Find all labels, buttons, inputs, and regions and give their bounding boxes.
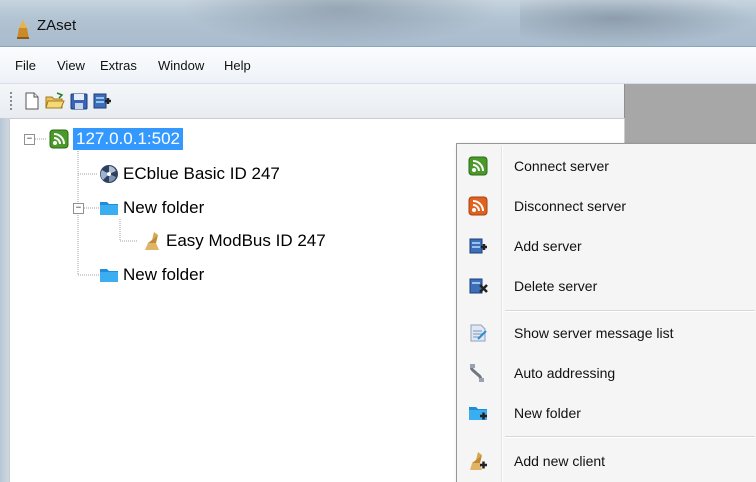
new-document-icon[interactable] bbox=[22, 91, 42, 111]
connect-server-label: Connect server bbox=[514, 158, 609, 174]
open-folder-icon[interactable] bbox=[45, 91, 65, 111]
menu-item-show-message-list[interactable]: Show server message list bbox=[459, 315, 755, 351]
new-folder-icon bbox=[469, 407, 487, 420]
menu-extras[interactable]: Extras bbox=[100, 58, 137, 73]
add-client-icon bbox=[470, 452, 487, 470]
message-list-icon bbox=[470, 324, 487, 342]
menu-item-connect-server[interactable]: Connect server bbox=[459, 148, 755, 184]
tree-node-ecblue[interactable]: ECblue Basic ID 247 bbox=[99, 163, 280, 185]
tree-node-root-server[interactable]: 127.0.0.1:502 bbox=[49, 128, 183, 150]
window-left-edge bbox=[0, 118, 9, 482]
easy-modbus-label: Easy ModBus ID 247 bbox=[166, 231, 326, 250]
menu-item-add-server[interactable]: Add server bbox=[459, 228, 755, 264]
disconnect-server-icon bbox=[468, 196, 488, 216]
add-server-icon bbox=[469, 238, 487, 254]
zaset-window: ZAset File View Extras Window Help − − 1… bbox=[0, 0, 756, 482]
new-folder-label: New folder bbox=[514, 405, 581, 421]
connect-server-icon bbox=[468, 156, 488, 176]
auto-addressing-label: Auto addressing bbox=[514, 365, 616, 381]
folder-icon bbox=[100, 269, 118, 282]
tree-node-folder-1[interactable]: New folder bbox=[99, 197, 204, 219]
window-title: ZAset bbox=[37, 17, 77, 34]
ecblue-label: ECblue Basic ID 247 bbox=[123, 164, 280, 183]
root-collapse-toggle[interactable]: − bbox=[24, 134, 35, 145]
server-connected-icon bbox=[49, 129, 69, 149]
save-disk-icon[interactable] bbox=[69, 91, 89, 111]
folder-2-label: New folder bbox=[123, 265, 205, 284]
tree-node-easy-modbus[interactable]: Easy ModBus ID 247 bbox=[142, 230, 326, 252]
tree-node-folder-2[interactable]: New folder bbox=[99, 264, 204, 286]
menu-file[interactable]: File bbox=[15, 58, 36, 73]
add-server-label: Add server bbox=[514, 238, 582, 254]
delete-server-label: Delete server bbox=[514, 278, 598, 294]
menu-item-auto-addressing[interactable]: Auto addressing bbox=[459, 355, 755, 391]
title-bar[interactable]: ZAset bbox=[0, 0, 756, 47]
modbus-client-icon bbox=[145, 232, 159, 250]
titlebar-glass bbox=[180, 0, 500, 46]
menu-separator bbox=[505, 436, 755, 438]
menu-window[interactable]: Window bbox=[158, 58, 204, 73]
menu-item-delete-server[interactable]: Delete server bbox=[459, 268, 755, 304]
menu-item-new-folder[interactable]: New folder bbox=[459, 395, 755, 431]
titlebar-glass-right bbox=[520, 0, 756, 46]
add-server-icon[interactable] bbox=[92, 91, 112, 111]
disconnect-server-label: Disconnect server bbox=[514, 198, 627, 214]
toolbar-grip[interactable] bbox=[10, 91, 12, 111]
menu-item-disconnect-server[interactable]: Disconnect server bbox=[459, 188, 755, 224]
zaset-app-icon bbox=[17, 20, 29, 39]
folder-1-label: New folder bbox=[123, 198, 205, 217]
menu-bar: File View Extras Window Help bbox=[0, 47, 756, 84]
show-message-list-label: Show server message list bbox=[514, 325, 674, 341]
add-new-client-label: Add new client bbox=[514, 453, 606, 469]
menu-item-add-new-client[interactable]: Add new client bbox=[459, 443, 755, 479]
folder-collapse-toggle[interactable]: − bbox=[73, 203, 84, 214]
menu-view[interactable]: View bbox=[57, 58, 85, 73]
fan-device-icon bbox=[100, 165, 118, 183]
delete-server-icon bbox=[469, 278, 488, 294]
server-context-menu: Connect server Disconnect server Add ser… bbox=[456, 143, 756, 482]
auto-addressing-icon bbox=[470, 364, 484, 382]
menu-help[interactable]: Help bbox=[224, 58, 251, 73]
menu-separator bbox=[505, 310, 755, 312]
folder-icon bbox=[100, 202, 118, 215]
root-server-label: 127.0.0.1:502 bbox=[73, 128, 183, 150]
